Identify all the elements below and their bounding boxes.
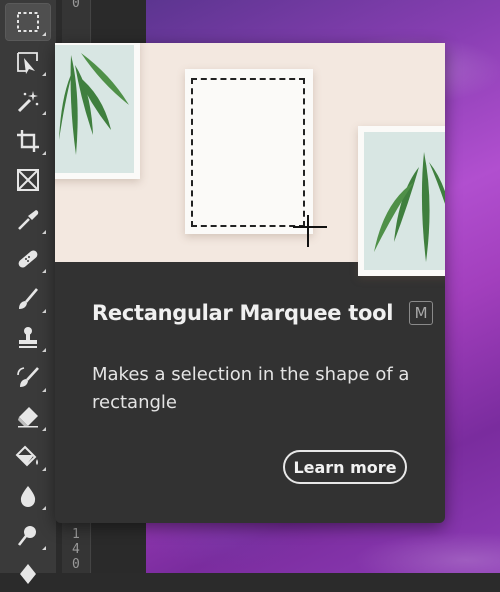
leaf-right-icon	[374, 152, 445, 262]
tooltip-description: Makes a selection in the shape of a rect…	[92, 364, 410, 413]
clone-stamp-icon	[19, 327, 37, 348]
left-picture-frame	[55, 43, 140, 179]
clone-stamp-tool[interactable]	[6, 320, 50, 356]
blur-tool[interactable]	[6, 478, 50, 514]
object-selection-tool[interactable]	[6, 44, 50, 80]
history-brush-tool[interactable]	[6, 360, 50, 396]
tool-preview-illustration	[55, 43, 445, 276]
tool-tooltip: Rectangular Marquee tool M Makes a selec…	[55, 43, 445, 523]
eraser-icon	[18, 407, 38, 428]
leaf-left-icon	[59, 53, 129, 155]
healing-brush-icon	[18, 250, 38, 268]
dodge-tool[interactable]	[6, 518, 50, 554]
crop-tool[interactable]	[6, 123, 50, 159]
object-selection-icon	[17, 52, 38, 74]
history-brush-icon	[17, 367, 39, 387]
paint-bucket-tool[interactable]	[6, 439, 50, 475]
right-picture-frame	[358, 126, 445, 276]
rectangular-marquee-tool[interactable]	[5, 3, 51, 41]
shortcut-key-badge: M	[409, 301, 434, 325]
learn-more-button[interactable]: Learn more	[283, 450, 407, 484]
crop-icon	[17, 130, 39, 152]
eraser-tool[interactable]	[6, 399, 50, 435]
healing-brush-tool[interactable]	[6, 241, 50, 277]
ruler-top-value: 0	[72, 0, 80, 11]
ruler-bottom-value: 140	[72, 527, 80, 572]
magic-wand-tool[interactable]	[6, 83, 50, 119]
magic-wand-icon	[17, 91, 39, 113]
eyedropper-tool[interactable]	[6, 202, 50, 238]
brush-tool[interactable]	[6, 281, 50, 317]
paint-bucket-icon	[15, 445, 38, 467]
tooltip-header: Rectangular Marquee tool M	[92, 301, 434, 325]
tools-panel	[0, 0, 56, 584]
frame-tool[interactable]	[6, 162, 50, 198]
eyedropper-icon	[18, 210, 39, 230]
tooltip-title: Rectangular Marquee tool	[92, 301, 394, 325]
brush-icon	[19, 288, 38, 309]
crosshair-cursor-icon	[293, 226, 327, 228]
blur-icon	[20, 486, 36, 507]
frame-icon	[17, 169, 39, 191]
pen-tool[interactable]	[6, 556, 50, 592]
pen-icon	[20, 564, 36, 584]
rectangular-marquee-icon	[17, 12, 39, 32]
dodge-icon	[17, 526, 36, 546]
marquee-selection-preview	[191, 78, 305, 227]
